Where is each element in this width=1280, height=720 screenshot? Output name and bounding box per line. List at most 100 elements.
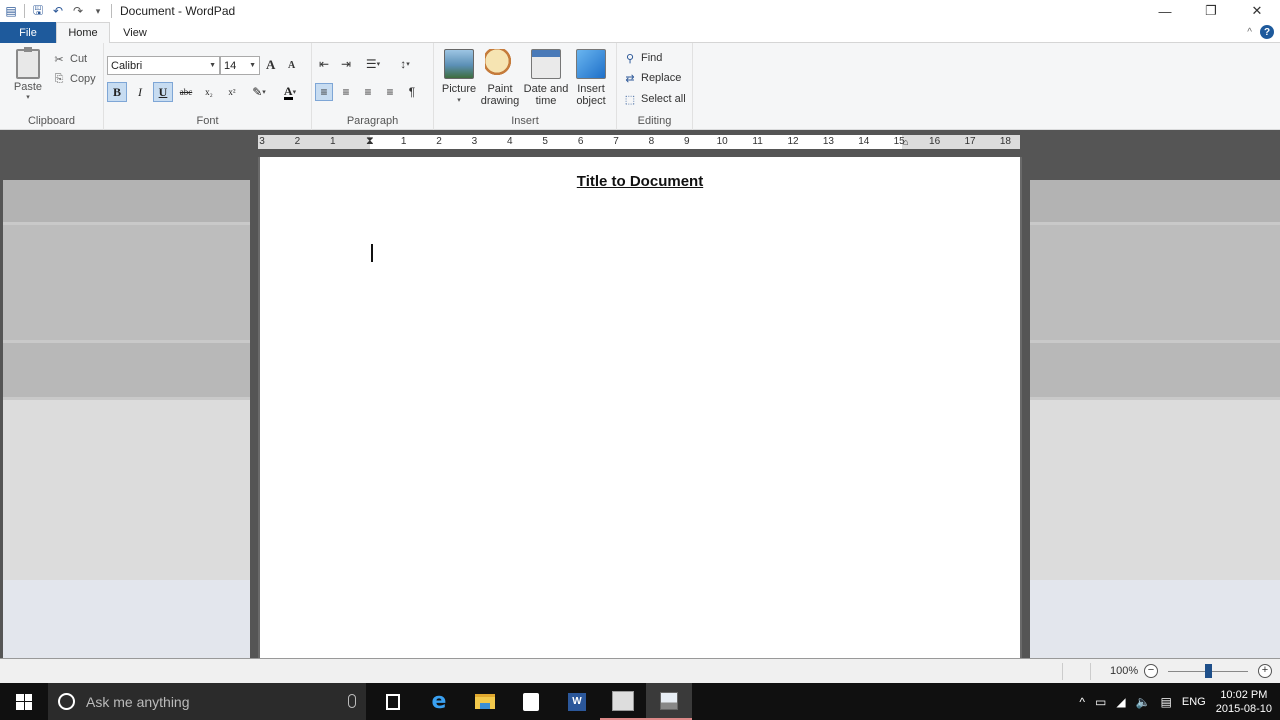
- cut-label: Cut: [70, 53, 88, 65]
- ruler-label: 2: [294, 136, 301, 147]
- replace-label: Replace: [641, 72, 682, 84]
- tab-view[interactable]: View: [112, 22, 158, 43]
- text-color-icon: A: [283, 83, 293, 100]
- file-explorer-button[interactable]: [462, 683, 508, 720]
- increase-indent-button[interactable]: ⇥: [337, 55, 355, 73]
- language-indicator[interactable]: ENG: [1182, 696, 1206, 708]
- zoom-slider-thumb[interactable]: [1205, 664, 1212, 678]
- ruler[interactable]: 321123456789101112131415161718 ⌂: [258, 135, 1020, 149]
- divider: [24, 4, 25, 18]
- clock-time: 10:02 PM: [1220, 688, 1268, 701]
- battery-icon[interactable]: ▭: [1095, 695, 1106, 709]
- minimize-button[interactable]: —: [1142, 0, 1188, 22]
- decrease-indent-button[interactable]: ⇤: [315, 55, 333, 73]
- store-button[interactable]: [508, 683, 554, 720]
- zoom-out-button[interactable]: −: [1144, 664, 1158, 678]
- start-button[interactable]: [0, 683, 48, 720]
- undo-icon[interactable]: ↶: [51, 4, 65, 18]
- document-title: Title to Document: [576, 173, 704, 190]
- clock[interactable]: 10:02 PM 2015-08-10: [1216, 688, 1272, 716]
- paragraph-settings-button[interactable]: ¶: [403, 83, 421, 101]
- tab-file[interactable]: File: [0, 22, 56, 43]
- paste-icon: [16, 47, 40, 79]
- collapse-ribbon-icon[interactable]: ^: [1247, 27, 1252, 38]
- font-family-select[interactable]: Calibri ▼: [107, 56, 220, 75]
- ruler-label: 17: [964, 136, 976, 147]
- wordpad-icon[interactable]: ▤: [4, 4, 18, 18]
- zoom-level: 100%: [1110, 665, 1139, 677]
- edge-button[interactable]: e: [416, 683, 462, 720]
- copy-label: Copy: [70, 73, 96, 85]
- notifications-icon[interactable]: ▤: [1161, 695, 1172, 709]
- justify-button[interactable]: ≡: [381, 83, 399, 101]
- paragraph-row-1: ⇤ ⇥ ☰ ▾ ↕ ▾: [315, 55, 419, 73]
- restore-button[interactable]: ❐: [1188, 0, 1234, 22]
- store-icon: [523, 692, 539, 711]
- align-right-button[interactable]: ≡: [359, 83, 377, 101]
- bullets-button[interactable]: ☰ ▾: [359, 55, 387, 73]
- shrink-font-button[interactable]: A: [288, 60, 295, 71]
- cortana-search[interactable]: Ask me anything: [48, 683, 366, 720]
- paragraph-group: ⇤ ⇥ ☰ ▾ ↕ ▾ ≡ ≡ ≡ ≡ ¶ Paragraph: [312, 43, 434, 130]
- line-spacing-button[interactable]: ↕ ▾: [391, 55, 419, 73]
- font-family-value: Calibri: [111, 59, 143, 72]
- task-view-button[interactable]: [370, 683, 416, 720]
- background-right: [1030, 180, 1280, 658]
- font-size-select[interactable]: 14 ▼: [220, 56, 260, 75]
- copy-icon: ⎘: [54, 72, 64, 85]
- help-icon[interactable]: ?: [1260, 25, 1274, 39]
- highlight-color-button[interactable]: ✎ ▾: [245, 82, 273, 102]
- chevron-down-icon: ▼: [249, 62, 256, 69]
- superscript-button[interactable]: x²: [222, 82, 242, 102]
- show-hidden-icons[interactable]: ^: [1079, 695, 1085, 709]
- cut-button[interactable]: ✂ Cut: [52, 49, 96, 69]
- tab-home[interactable]: Home: [56, 22, 110, 43]
- wordpad-taskbar-button[interactable]: [646, 683, 692, 720]
- video-app-button[interactable]: [600, 683, 646, 720]
- divider: [1062, 663, 1063, 680]
- word-button[interactable]: W: [554, 683, 600, 720]
- volume-icon[interactable]: 🔈: [1136, 695, 1151, 709]
- customize-qat-icon[interactable]: ▾: [91, 4, 105, 18]
- cortana-icon: [58, 693, 75, 710]
- text-color-button[interactable]: A ▾: [276, 82, 304, 102]
- group-label: Clipboard: [27, 115, 76, 127]
- date-label-1: Date and: [523, 83, 569, 95]
- document-page[interactable]: Title to Document: [258, 157, 1022, 658]
- ruler-label: 14: [858, 136, 870, 147]
- microphone-icon[interactable]: [348, 694, 356, 708]
- group-label: Insert: [511, 115, 539, 127]
- wifi-icon[interactable]: ◢: [1116, 695, 1125, 709]
- insert-object-button[interactable]: Insert object: [568, 49, 614, 107]
- close-button[interactable]: ✕: [1234, 0, 1280, 22]
- indent-marker[interactable]: [366, 135, 375, 149]
- grow-font-button[interactable]: A: [266, 57, 275, 73]
- bold-button[interactable]: B: [107, 82, 127, 102]
- date-label-2: time: [535, 95, 557, 107]
- date-time-button[interactable]: Date and time: [523, 49, 569, 107]
- underline-button[interactable]: U: [153, 82, 173, 102]
- replace-button[interactable]: ⇄ Replace: [623, 68, 681, 88]
- insert-picture-button[interactable]: Picture ▾: [436, 49, 482, 107]
- paint-drawing-button[interactable]: Paint drawing: [477, 49, 523, 107]
- ruler-label: 13: [822, 136, 834, 147]
- select-all-button[interactable]: ⬚ Select all: [623, 89, 686, 109]
- editing-group: ⚲ Find ⇄ Replace ⬚ Select all Editing: [617, 43, 693, 130]
- subscript-button[interactable]: x₂: [199, 82, 219, 102]
- align-left-button[interactable]: ≡: [315, 83, 333, 101]
- ruler-label: 9: [684, 136, 690, 147]
- zoom-in-button[interactable]: +: [1258, 664, 1272, 678]
- italic-button[interactable]: I: [130, 82, 150, 102]
- paste-button[interactable]: Paste ▾: [10, 47, 46, 101]
- quick-access-toolbar: ▤ 🖫 ↶ ↷ ▾: [0, 3, 112, 18]
- redo-icon[interactable]: ↷: [71, 4, 85, 18]
- right-indent-marker[interactable]: ⌂: [903, 137, 908, 147]
- scissors-icon: ✂: [54, 53, 64, 66]
- find-button[interactable]: ⚲ Find: [623, 48, 662, 68]
- paint-label-2: drawing: [480, 95, 520, 107]
- align-center-button[interactable]: ≡: [337, 83, 355, 101]
- copy-button[interactable]: ⎘ Copy: [52, 69, 96, 89]
- save-icon[interactable]: 🖫: [31, 3, 45, 18]
- strikethrough-button[interactable]: abc: [176, 82, 196, 102]
- replace-icon: ⇄: [625, 72, 635, 85]
